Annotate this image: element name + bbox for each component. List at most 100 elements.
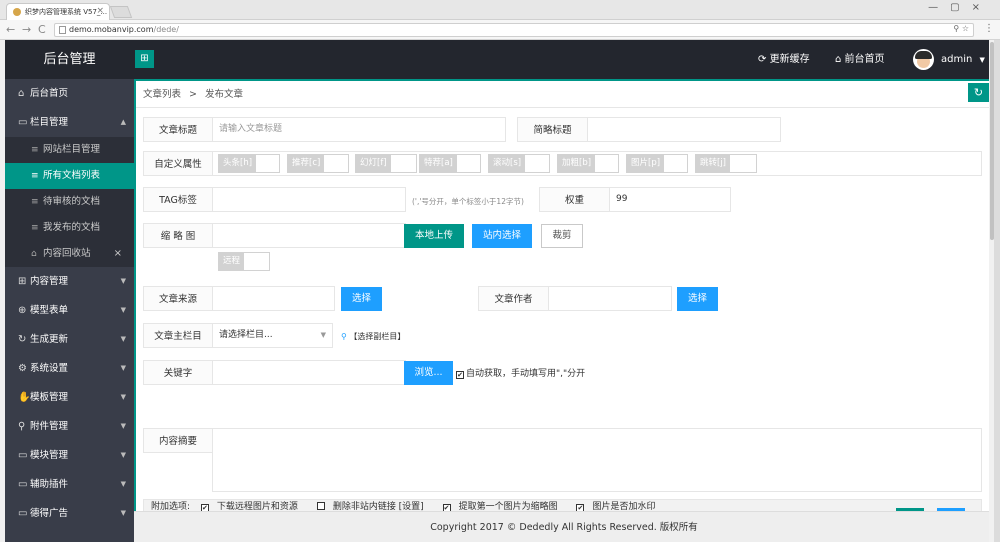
sidebar-item-modules[interactable]: ▭ 模块管理 ▼ (5, 441, 134, 470)
weight-input[interactable]: 99 (609, 187, 731, 212)
frontend-home-link[interactable]: ⌂ 前台首页 (835, 40, 885, 79)
window-controls[interactable]: —▢× (928, 2, 992, 13)
attr-switch-slide[interactable]: 幻灯[f] (355, 154, 417, 173)
auto-fetch-option[interactable]: ✔ 自动获取，手动填写用","分开 (456, 366, 585, 379)
sidebar: ⌂ 后台首页 ▭ 栏目管理 ▲ ≡ 网站栏目管理 ≡ 所有文档列表 ≡ 待审核的文档 ≡ 我… (5, 79, 134, 542)
user-menu[interactable]: admin ▼ (941, 40, 985, 79)
attr-switch-special[interactable]: 特荐[a] (419, 154, 481, 173)
attr-switch-scroll[interactable]: 滚动[s] (488, 154, 550, 173)
sidebar-subitem-pending-docs[interactable]: ≡ 待审核的文档 (5, 189, 134, 215)
attr-switch-bold[interactable]: 加粗[b] (557, 154, 619, 173)
browser-tab[interactable]: 织梦内容管理系统 V57_... × (6, 3, 110, 20)
column-select[interactable]: 请选择栏目... ▼ (212, 323, 333, 348)
list-icon: ≡ (31, 223, 39, 233)
sub-column-label: 【选择副栏目】 (349, 332, 406, 341)
sidebar-item-ads[interactable]: ▭ 德得广告 ▼ (5, 499, 134, 528)
update-cache-link[interactable]: ⟳ 更新缓存 (758, 40, 810, 79)
title-input[interactable]: 请输入文章标题 (212, 117, 506, 142)
auto-fetch-checkbox[interactable]: ✔ (456, 371, 464, 379)
sidebar-item-system-settings[interactable]: ⚙ 系统设置 ▼ (5, 354, 134, 383)
folder-icon: ▭ (18, 479, 28, 490)
sidebar-item-content[interactable]: ⊞ 内容管理 ▼ (5, 267, 134, 296)
sidebar-item-label: 我发布的文档 (43, 222, 101, 233)
sidebar-subitem-site-columns[interactable]: ≡ 网站栏目管理 (5, 137, 134, 163)
sidebar-item-label: 网站栏目管理 (43, 144, 101, 155)
summary-textarea[interactable] (212, 428, 982, 492)
attr-switch-label: 图片[p] (627, 155, 665, 172)
checkbox-unchecked[interactable] (316, 502, 325, 510)
back-icon[interactable]: ← (6, 23, 15, 36)
title-placeholder: 请输入文章标题 (219, 124, 283, 134)
sidebar-item-label: 模型表单 (30, 305, 69, 316)
crop-button[interactable]: 裁剪 (541, 224, 583, 248)
sidebar-item-label: 系统设置 (30, 363, 69, 374)
attr-switch-label: 加粗[b] (558, 155, 596, 172)
attr-switch-recommend[interactable]: 推荐[c] (287, 154, 349, 173)
sidebar-item-plugins[interactable]: ▭ 辅助插件 ▼ (5, 470, 134, 499)
browser-tab-strip: 织梦内容管理系统 V57_... × —▢× (0, 0, 1000, 20)
gear-icon: ⚙ (18, 363, 27, 374)
sidebar-item-generate[interactable]: ↻ 生成更新 ▼ (5, 325, 134, 354)
browser-menu-icon[interactable]: ⋮ (984, 23, 994, 34)
sidebar-item-label: 待审核的文档 (43, 196, 101, 207)
sidebar-item-dashboard[interactable]: ⌂ 后台首页 (5, 79, 134, 108)
breadcrumb-article-list[interactable]: 文章列表 (143, 89, 181, 100)
sidebar-item-label: 模块管理 (30, 450, 69, 461)
sidebar-item-columns[interactable]: ▭ 栏目管理 ▲ (5, 108, 134, 137)
close-icon[interactable]: × (114, 241, 122, 267)
keywords-input[interactable] (212, 360, 406, 385)
remote-switch[interactable]: 远程 (218, 252, 270, 271)
author-input[interactable] (548, 286, 672, 311)
search-icon: ⚲ (341, 332, 347, 341)
sidebar-subitem-recycle-bin[interactable]: ⌂ 内容回收站 × (5, 241, 134, 267)
monitor-icon: ▭ (18, 117, 28, 128)
refresh-icon[interactable]: ↻ (968, 83, 989, 102)
chevron-down-icon: ▼ (979, 56, 985, 64)
reload-icon[interactable]: C (38, 23, 46, 36)
site-favicon-icon (13, 8, 21, 16)
frontend-home-label: 前台首页 (844, 54, 885, 65)
attr-switch-label: 跳转[j] (696, 155, 730, 172)
local-upload-button[interactable]: 本地上传 (404, 224, 464, 248)
attr-switch-redirect[interactable]: 跳转[j] (695, 154, 757, 173)
author-select-button[interactable]: 选择 (677, 287, 718, 311)
folder-icon: ▭ (18, 508, 28, 519)
forward-icon[interactable]: → (22, 23, 31, 36)
sidebar-subitem-all-docs[interactable]: ≡ 所有文档列表 (5, 163, 134, 189)
sidebar-item-model-forms[interactable]: ⊕ 模型表单 ▼ (5, 296, 134, 325)
auto-fetch-label: 自动获取，手动填写用","分开 (466, 369, 586, 379)
attr-switch-label: 推荐[c] (288, 155, 325, 172)
title-label: 文章标题 (143, 117, 213, 142)
sidebar-subitem-my-docs[interactable]: ≡ 我发布的文档 (5, 215, 134, 241)
sidebar-item-attachments[interactable]: ⚲ 附件管理 ▼ (5, 412, 134, 441)
source-input[interactable] (212, 286, 335, 311)
chevron-down-icon: ▼ (120, 364, 126, 372)
refresh-icon: ↻ (18, 334, 27, 345)
sidebar-item-label: 德得广告 (30, 508, 69, 519)
url-action-icons[interactable]: ⚲ ☆ (953, 24, 969, 33)
user-avatar[interactable] (913, 49, 934, 70)
grid-menu-icon[interactable]: ⊞ (135, 50, 154, 68)
browse-button[interactable]: 浏览... (404, 361, 453, 385)
url-input[interactable]: demo.mobanvip.com/dede/ ⚲ ☆ (54, 23, 974, 37)
attr-switch-headline[interactable]: 头条[h] (218, 154, 280, 173)
new-tab-button[interactable] (109, 6, 133, 18)
chevron-up-icon: ▲ (120, 118, 126, 126)
browser-tab-title: 织梦内容管理系统 V57_... (25, 8, 108, 16)
update-cache-icon: ⟳ (758, 54, 767, 65)
window-frame-edge (994, 40, 1000, 542)
source-select-button[interactable]: 选择 (341, 287, 382, 311)
attr-switch-image[interactable]: 图片[p] (626, 154, 688, 173)
attr-switch-label: 特荐[a] (420, 155, 457, 172)
list-icon: ≡ (31, 171, 39, 181)
sidebar-item-templates[interactable]: ✋模板管理 ▼ (5, 383, 134, 412)
update-cache-label: 更新缓存 (769, 54, 810, 65)
page-icon (59, 26, 66, 34)
thumb-input[interactable] (212, 223, 406, 248)
site-select-button[interactable]: 站内选择 (472, 224, 532, 248)
brand-title: 后台管理 (43, 52, 96, 67)
short-title-input[interactable] (587, 117, 781, 142)
tab-close-icon[interactable]: × (96, 6, 104, 16)
sub-column-link[interactable]: ⚲ 【选择副栏目】 (341, 331, 405, 342)
tag-input[interactable] (212, 187, 406, 212)
